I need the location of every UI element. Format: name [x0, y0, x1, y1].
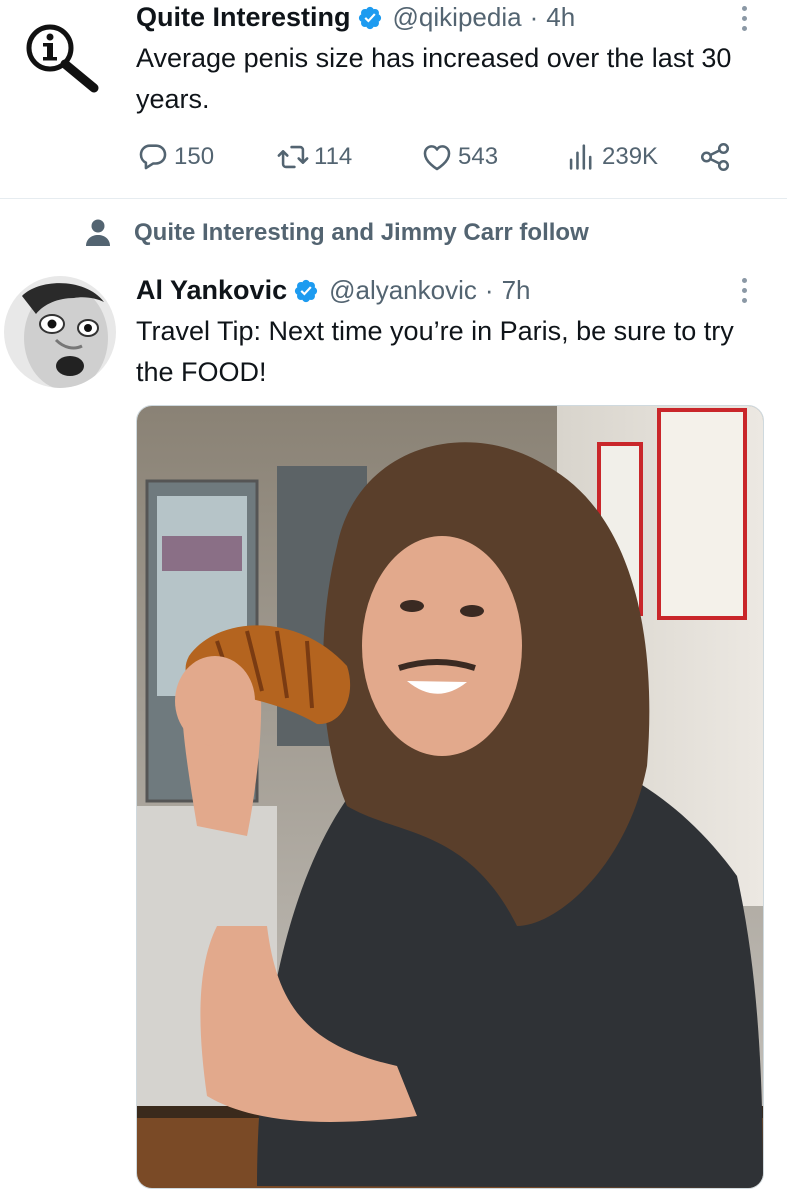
- views-button[interactable]: 239K: [564, 140, 658, 174]
- timestamp[interactable]: 4h: [546, 2, 575, 33]
- tweet-divider: [0, 198, 787, 199]
- tweet-quite-interesting[interactable]: Quite Interesting @qikipedia · 4h Averag…: [0, 0, 787, 198]
- share-icon: [700, 142, 730, 172]
- tweet-header: Quite Interesting @qikipedia · 4h: [136, 2, 575, 33]
- social-context[interactable]: Quite Interesting and Jimmy Carr follow: [84, 218, 589, 248]
- reply-icon: [139, 144, 167, 170]
- tweet-text: Average penis size has increased over th…: [136, 43, 732, 114]
- person-icon: [86, 219, 110, 246]
- reply-count: 150: [174, 143, 215, 170]
- author-handle[interactable]: @qikipedia: [393, 2, 522, 33]
- retweet-icon: [277, 145, 309, 169]
- tweet-text: Travel Tip: Next time you’re in Paris, b…: [136, 316, 734, 387]
- tweet-actions: 150 114 543 239K: [136, 140, 746, 176]
- retweet-button[interactable]: 114: [276, 140, 352, 174]
- verified-badge-icon: [358, 6, 381, 29]
- tweet2-header: Al Yankovic @alyankovic · 7h: [136, 275, 530, 306]
- author-handle[interactable]: @alyankovic: [329, 275, 477, 306]
- more-options-icon[interactable]: [739, 278, 749, 303]
- croissant-photo-image: [137, 406, 763, 1188]
- separator-dot: ·: [529, 2, 539, 32]
- verified-badge-icon: [294, 279, 318, 302]
- view-count: 239K: [602, 143, 659, 170]
- magnifier-info-icon: [26, 24, 99, 93]
- avatar-face-image: [4, 276, 116, 388]
- separator-dot: ·: [484, 275, 494, 305]
- like-count: 543: [458, 143, 499, 170]
- author-name[interactable]: Quite Interesting: [136, 2, 351, 33]
- social-context-text: Quite Interesting and Jimmy Carr follow: [134, 219, 589, 246]
- tweet-photo[interactable]: [136, 405, 764, 1189]
- reply-button[interactable]: 150: [136, 140, 214, 174]
- share-button[interactable]: [698, 140, 732, 174]
- more-options-icon[interactable]: [739, 6, 749, 31]
- retweet-count: 114: [314, 143, 353, 170]
- heart-icon: [423, 145, 451, 171]
- qi-logo-avatar[interactable]: [20, 20, 100, 100]
- timestamp[interactable]: 7h: [502, 275, 531, 306]
- views-chart-icon: [569, 144, 592, 170]
- al-yankovic-avatar[interactable]: [4, 276, 116, 388]
- like-button[interactable]: 543: [420, 140, 498, 174]
- author-name[interactable]: Al Yankovic: [136, 275, 287, 306]
